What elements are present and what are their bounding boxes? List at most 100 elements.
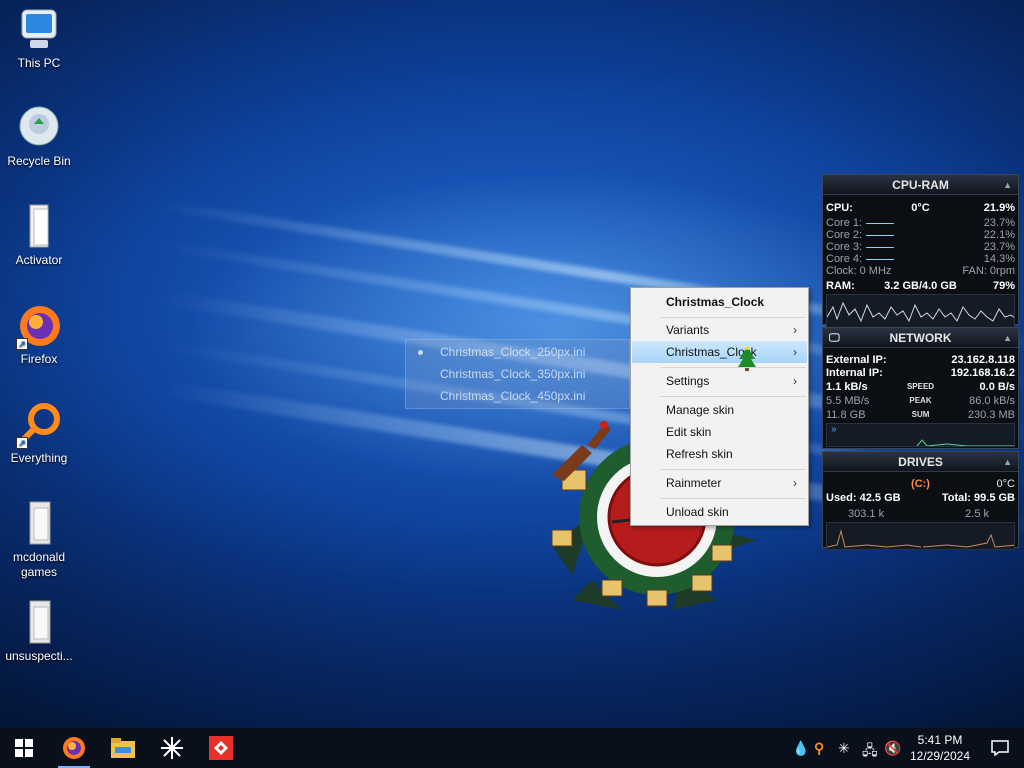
widget-title: DRIVES	[898, 455, 943, 469]
core-row: Core 3: 23.7%	[826, 241, 1015, 253]
core-bar	[866, 247, 894, 248]
core-value: 23.7%	[983, 241, 1015, 253]
fan-speed: FAN: 0rpm	[962, 265, 1015, 277]
selected-dot-icon	[418, 350, 423, 355]
clock-row: Clock: 0 MHz FAN: 0rpm	[826, 265, 1015, 277]
taskbar-file-explorer[interactable]	[99, 728, 147, 768]
ram-row: RAM: 3.2 GB/4.0 GB 79%	[826, 280, 1015, 292]
water-drop-icon[interactable]: 💧	[792, 740, 809, 757]
menu-item-manage-skin[interactable]: Manage skin	[632, 399, 807, 421]
chevron-right-icon: ›	[793, 345, 797, 359]
sum-row: 11.8 GB SUM 230.3 MB	[826, 409, 1015, 421]
collapse-icon[interactable]: ▲	[1003, 452, 1012, 472]
notifications-button[interactable]	[976, 728, 1024, 768]
shortcut-arrow-icon: ↗	[16, 437, 28, 449]
shortcut-arrow-icon: ↗	[16, 338, 28, 350]
widget-title: CPU-RAM	[892, 178, 949, 192]
desktop-icon-everything[interactable]: ↗ Everything	[4, 401, 74, 466]
variant-item[interactable]: Christmas_Clock_450px.ini	[440, 389, 585, 403]
anydesk-icon	[209, 736, 233, 760]
volume-muted-icon[interactable]: 🔇	[884, 740, 901, 757]
menu-item-rainmeter[interactable]: Rainmeter ›	[632, 472, 807, 494]
taskbar-anydesk[interactable]	[197, 728, 245, 768]
drive-io-row: 303.1 k 2.5 k	[826, 508, 1015, 520]
desktop-icon-this-pc[interactable]: This PC	[4, 6, 74, 71]
variant-item[interactable]: Christmas_Clock_250px.ini	[440, 345, 585, 359]
desktop-icon-unsuspecting[interactable]: unsuspecti...	[4, 599, 74, 664]
desktop-icon-mcdonald-games[interactable]: mcdonald games	[4, 500, 74, 580]
menu-separator	[661, 317, 806, 318]
menu-item-refresh-skin[interactable]: Refresh skin	[632, 443, 807, 465]
menu-item-label: Variants	[666, 323, 710, 337]
peak-row: 5.5 MB/s PEAK 86.0 kB/s	[826, 395, 1015, 407]
taskbar-firefox[interactable]	[50, 728, 98, 768]
taskbar: 💧 ⚲ ✳ 🖧 🔇 5:41 PM 12/29/2024	[0, 728, 1024, 768]
core-label: Core 2:	[826, 229, 863, 241]
menu-separator	[661, 498, 806, 499]
drive-temp: 0°C	[996, 478, 1015, 490]
network-icon[interactable]: 🖧	[862, 740, 878, 764]
desktop-icon-recycle-bin[interactable]: Recycle Bin	[4, 104, 74, 169]
menu-item-christmas-clock[interactable]: Christmas_Clock ›	[632, 341, 807, 371]
core-value: 22.1%	[983, 229, 1015, 241]
menu-item-label: Rainmeter	[666, 476, 722, 490]
core-row: Core 1: 23.7%	[826, 217, 1015, 229]
windows-logo-icon	[15, 739, 33, 757]
core-bar	[866, 223, 894, 224]
core-label: Core 1:	[826, 217, 863, 229]
network-widget[interactable]: 🖵 NETWORK ▲ External IP: 23.162.8.118 In…	[822, 327, 1019, 449]
collapse-icon[interactable]: ▲	[1003, 328, 1012, 348]
ram-percent: 79%	[992, 280, 1015, 292]
start-button[interactable]	[0, 728, 48, 768]
menu-item-settings[interactable]: Settings ›	[632, 370, 807, 392]
rainmeter-tray-icon[interactable]: ✳	[838, 740, 850, 757]
widget-title: NETWORK	[889, 331, 952, 345]
drive-used: Used: 42.5 GB	[826, 492, 901, 504]
folder-icon	[111, 738, 135, 758]
core-value: 23.7%	[983, 217, 1015, 229]
speed-row: 1.1 kB/s SPEED 0.0 B/s	[826, 381, 1015, 393]
core-value: 14.3%	[983, 253, 1015, 265]
notification-icon	[991, 740, 1009, 756]
collapse-icon[interactable]: ▲	[1003, 175, 1012, 195]
cpu-ram-widget[interactable]: CPU-RAM ▲ CPU: 0°C 21.9% Core 1: 23.7% C…	[822, 174, 1019, 328]
clock-time: 5:41 PM	[917, 733, 963, 747]
desktop-icon-firefox[interactable]: ↗ Firefox	[4, 302, 74, 367]
desktop-icon-label: unsuspecti...	[5, 649, 73, 663]
menu-separator	[661, 469, 806, 470]
taskbar-rainmeter[interactable]	[148, 728, 196, 768]
asterisk-icon	[161, 737, 183, 759]
upload-speed: 0.0 B/s	[979, 381, 1015, 393]
core-bar	[866, 235, 894, 236]
search-magnifier-icon: ↗	[16, 401, 62, 449]
menu-separator	[661, 367, 806, 368]
network-graph: »	[826, 423, 1015, 447]
cpu-clock: Clock: 0 MHz	[826, 265, 892, 277]
drive-usage-row: Used: 42.5 GB Total: 99.5 GB	[826, 492, 1015, 504]
folder-icon	[16, 500, 62, 546]
core-row: Core 4: 14.3%	[826, 253, 1015, 265]
widget-header: CPU-RAM ▲	[823, 175, 1018, 195]
widget-header: 🖵 NETWORK ▲	[823, 328, 1018, 348]
menu-title[interactable]: Christmas_Clock	[632, 291, 807, 313]
clock-date: 12/29/2024	[909, 749, 971, 763]
desktop-icon-activator[interactable]: Activator	[4, 203, 74, 268]
drives-widget[interactable]: DRIVES ▲ (C:) 0°C Used: 42.5 GB Total: 9…	[822, 451, 1019, 550]
menu-item-unload-skin[interactable]: Unload skin	[632, 501, 807, 523]
drive-total: Total: 99.5 GB	[941, 492, 1015, 504]
core-bar	[866, 259, 894, 260]
taskbar-clock[interactable]: 5:41 PM 12/29/2024	[904, 732, 976, 764]
everything-tray-icon[interactable]: ⚲	[814, 740, 824, 757]
expand-down-icon[interactable]: »	[831, 424, 837, 435]
skin-context-menu: Christmas_Clock Variants › Christmas_Clo…	[630, 287, 809, 526]
firefox-icon: ↗	[16, 302, 62, 350]
peak-upload: 86.0 kB/s	[969, 395, 1015, 407]
menu-item-label: Settings	[666, 374, 710, 388]
external-ip-label: External IP:	[826, 354, 887, 366]
menu-item-edit-skin[interactable]: Edit skin	[632, 421, 807, 443]
desktop-icon-label: Activator	[15, 253, 63, 267]
menu-item-variants[interactable]: Variants ›	[632, 319, 807, 341]
core-label: Core 4:	[826, 253, 863, 265]
drive-letter: (C:)	[911, 478, 930, 490]
variant-item[interactable]: Christmas_Clock_350px.ini	[440, 367, 585, 381]
